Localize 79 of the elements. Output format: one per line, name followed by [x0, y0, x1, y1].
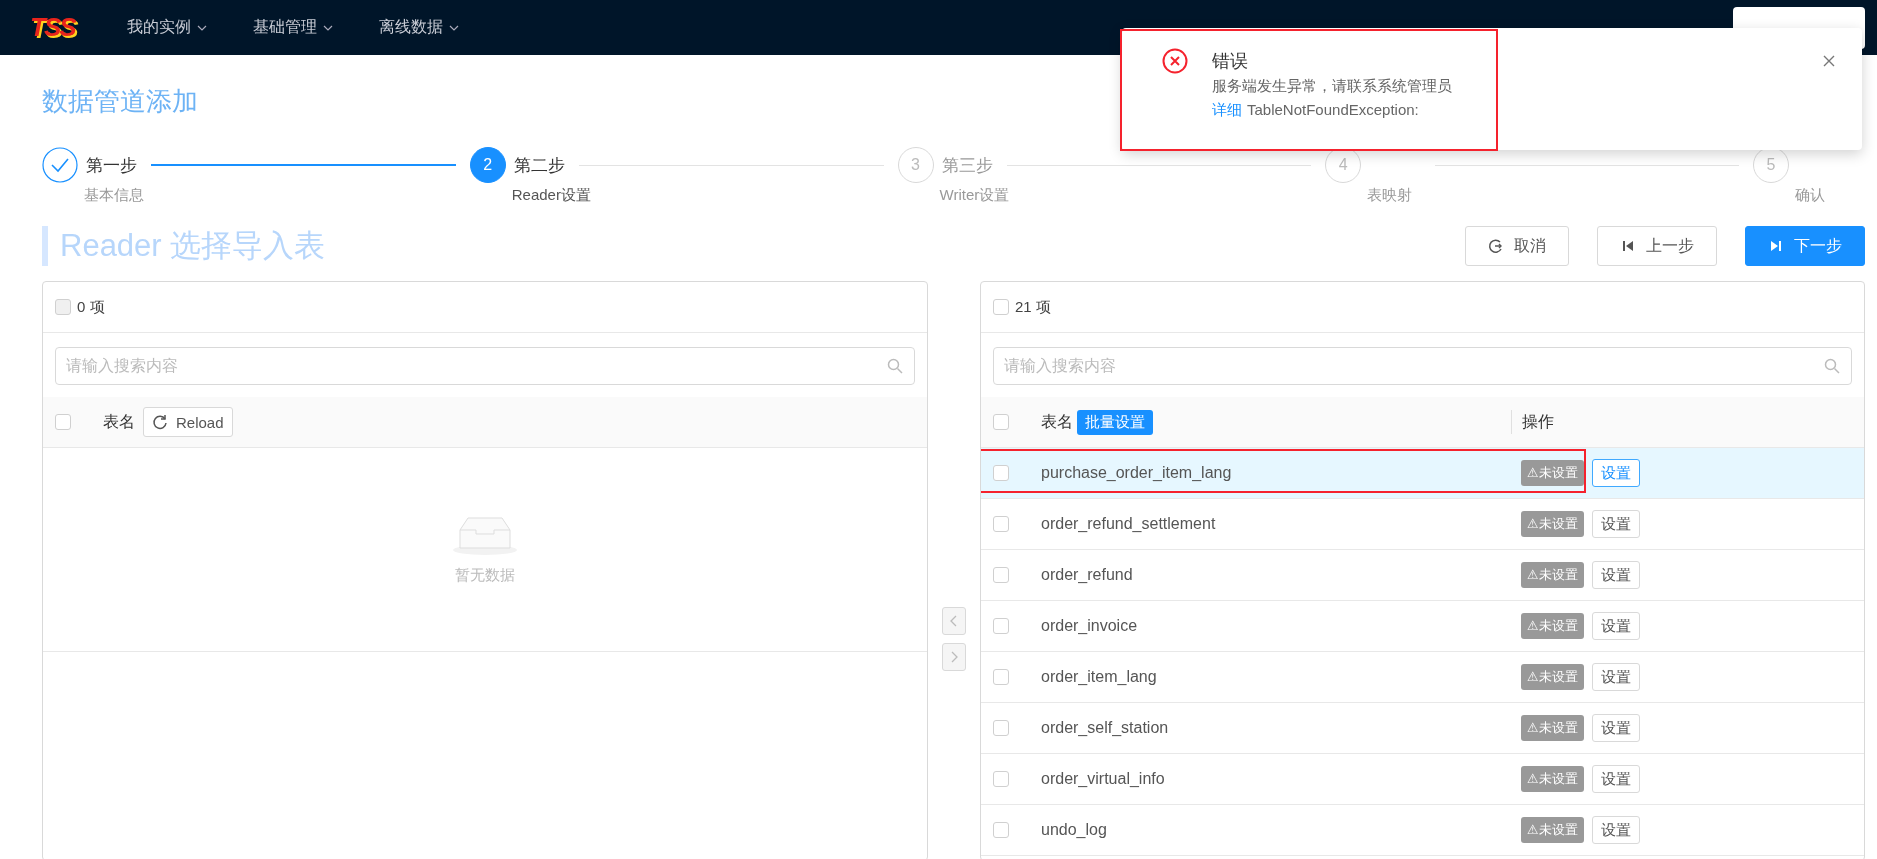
table-row[interactable]: undo_log ⚠未设置 设置 — [981, 805, 1864, 856]
settings-button[interactable]: 设置 — [1591, 816, 1640, 844]
checkbox[interactable] — [993, 299, 1009, 315]
cancel-button[interactable]: 取消 — [1465, 226, 1569, 266]
empty-inbox-icon — [452, 514, 518, 556]
empty-message: 暂无数据 — [455, 566, 515, 585]
checkbox[interactable] — [993, 414, 1009, 430]
skip-forward-icon — [1768, 238, 1784, 254]
table-name: order_invoice — [1041, 617, 1139, 635]
step-description: 基本信息 — [84, 186, 145, 205]
step-description: Writer设置 — [939, 186, 1011, 205]
table-row[interactable]: order_refund ⚠未设置 设置 — [981, 550, 1864, 601]
skip-back-icon — [1620, 238, 1636, 254]
transfer-button[interactable] — [942, 643, 966, 671]
settings-button[interactable]: 设置 — [1591, 510, 1640, 538]
step-description: Reader设置 — [511, 186, 592, 205]
step-number: 2 — [469, 147, 506, 183]
table-row[interactable]: order_self_station ⚠未设置 设置 — [981, 703, 1864, 754]
search-icon — [887, 358, 903, 374]
search-icon — [1824, 358, 1840, 374]
table-name: order_item_lang — [1041, 668, 1158, 686]
checkbox[interactable] — [993, 669, 1009, 685]
column-header: 表名 — [103, 411, 135, 432]
transfer-button[interactable] — [942, 607, 966, 635]
table-name: order_virtual_info — [1041, 770, 1166, 788]
status-tag: ⚠未设置 — [1521, 715, 1584, 741]
step-description: 确认 — [1795, 186, 1826, 205]
settings-button[interactable]: 设置 — [1591, 714, 1640, 742]
checkbox[interactable] — [993, 720, 1009, 736]
table-row[interactable]: order_virtual_info ⚠未设置 设置 — [981, 754, 1864, 805]
close-icon — [1822, 54, 1836, 68]
step-title: 第三步 — [941, 154, 993, 177]
checkbox[interactable] — [993, 771, 1009, 787]
checkbox[interactable] — [993, 618, 1009, 634]
column-header: 操作 — [1511, 410, 1554, 434]
table-row[interactable]: order_invoice ⚠未设置 设置 — [981, 601, 1864, 652]
status-tag: ⚠未设置 — [1521, 613, 1584, 639]
prev-button[interactable]: 上一步 — [1597, 226, 1717, 266]
status-tag: ⚠未设置 — [1521, 766, 1584, 792]
settings-button[interactable]: 设置 — [1591, 561, 1640, 589]
undo-icon — [1488, 238, 1504, 254]
logo[interactable]: TSS — [30, 12, 75, 43]
settings-button[interactable]: 设置 — [1591, 612, 1640, 640]
section-title: Reader 选择导入表 — [42, 226, 326, 266]
search-field[interactable]: 请输入搜索内容 — [993, 347, 1852, 385]
table-name: order_refund — [1041, 566, 1134, 584]
table-name: undo_log — [1041, 821, 1108, 839]
checkbox[interactable] — [993, 822, 1009, 838]
step-title: 第一步 — [86, 154, 137, 177]
refresh-icon — [152, 414, 168, 430]
step-description: 表映射 — [1367, 186, 1414, 205]
table-row[interactable]: order_item_lang ⚠未设置 设置 — [981, 652, 1864, 703]
table-name: order_refund_settlement — [1041, 515, 1217, 533]
status-tag: ⚠未设置 — [1521, 664, 1584, 690]
table-row[interactable]: purchase_order_item_lang ⚠未设置 设置 — [981, 448, 1864, 499]
menu-item[interactable]: 我的实例 — [126, 17, 207, 38]
menu-item[interactable]: 离线数据 — [378, 17, 459, 38]
status-tag: ⚠未设置 — [1521, 817, 1584, 843]
checkbox[interactable] — [993, 516, 1009, 532]
step-title: 第二步 — [513, 154, 565, 177]
notification-message: 服务端发生异常，请联系系统管理员 — [1212, 76, 1453, 96]
item-count: 21 项 — [1015, 297, 1051, 317]
settings-button[interactable]: 设置 — [1591, 663, 1640, 691]
error-detail: TableNotFoundException: — [1247, 100, 1419, 120]
menu-item[interactable]: 基础管理 — [252, 17, 333, 38]
status-tag: ⚠未设置 — [1521, 460, 1584, 486]
error-icon — [1162, 48, 1188, 74]
settings-button[interactable]: 设置 — [1591, 765, 1640, 793]
checkbox[interactable] — [993, 465, 1009, 481]
table-name: purchase_order_item_lang — [1041, 464, 1233, 482]
status-tag: ⚠未设置 — [1521, 562, 1584, 588]
item-count: 0 项 — [77, 297, 105, 317]
checkbox[interactable] — [993, 567, 1009, 583]
status-tag: ⚠未设置 — [1521, 511, 1584, 537]
table-row[interactable]: order_refund_settlement ⚠未设置 设置 — [981, 499, 1864, 550]
notification-title: 错误 — [1212, 50, 1249, 73]
table-name: order_self_station — [1041, 719, 1170, 737]
column-header: 表名 — [1041, 411, 1073, 432]
page-title: 数据管道添加 — [42, 85, 198, 117]
